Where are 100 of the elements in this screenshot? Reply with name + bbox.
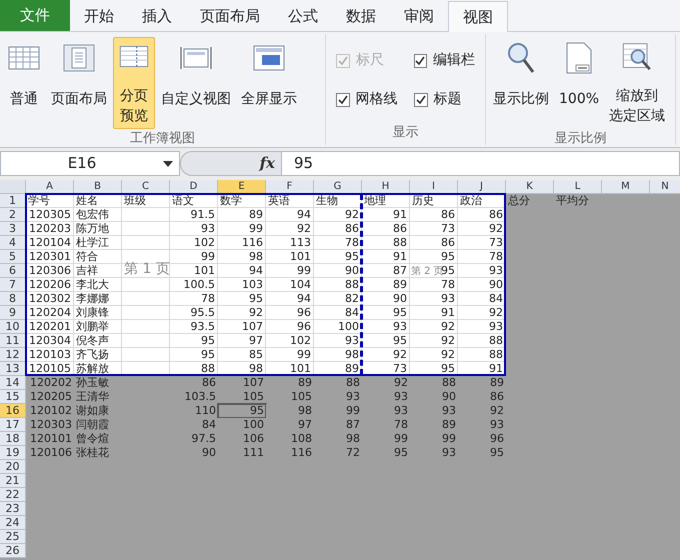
table-cell: 89 [362, 278, 410, 292]
table-cell: 120301 [26, 250, 74, 264]
table-cell: 杜学江 [74, 236, 122, 250]
table-cell: 120306 [26, 264, 74, 278]
table-cell: 95 [362, 306, 410, 320]
table-cell: 101 [170, 264, 218, 278]
row-header[interactable]: 21 [0, 474, 26, 488]
column-header[interactable]: M [602, 180, 650, 194]
checkbox[interactable] [414, 54, 427, 68]
table-cell: 78 [410, 278, 458, 292]
table-cell: 95 [218, 404, 266, 418]
table-cell: 103 [218, 278, 266, 292]
row-header[interactable]: 9 [0, 306, 26, 320]
checkbox[interactable] [414, 92, 428, 106]
table-cell: 93 [170, 222, 218, 236]
column-header[interactable]: N [650, 180, 680, 194]
row-header[interactable]: 14 [0, 376, 26, 390]
table-cell: 95.5 [170, 306, 218, 320]
table-cell: 94 [218, 264, 266, 278]
ribbon-button[interactable]: 页面布局 [47, 37, 111, 129]
row-header[interactable]: 7 [0, 278, 26, 292]
ribbon-tab[interactable]: 公式 [274, 1, 332, 32]
table-cell: 92 [458, 306, 506, 320]
table-cell: 95 [218, 292, 266, 306]
table-cell: 学号 [26, 194, 74, 208]
table-cell: 91 [362, 250, 410, 264]
table-cell: 91.5 [170, 208, 218, 222]
table-cell: 李北大 [74, 278, 122, 292]
table-cell: 105 [218, 390, 266, 404]
dropdown-caret-icon[interactable] [163, 160, 173, 166]
table-cell: 98 [314, 348, 362, 362]
ribbon-tab[interactable]: 数据 [332, 1, 390, 32]
row-header[interactable]: 23 [0, 502, 26, 516]
table-cell: 105 [266, 390, 314, 404]
formula-input[interactable]: 95 [282, 151, 680, 176]
row-header[interactable]: 6 [0, 264, 26, 278]
table-cell: 88 [314, 278, 362, 292]
column-header[interactable]: K [506, 180, 554, 194]
ribbon-button[interactable]: 缩放到 选定区域 [605, 37, 670, 129]
ribbon-button[interactable]: 100% [555, 37, 604, 129]
table-cell: 93 [410, 292, 458, 306]
table-cell: 90 [458, 278, 506, 292]
ribbon-button[interactable]: 普通 [3, 37, 45, 129]
ribbon-button[interactable]: 分页 预览 [113, 37, 155, 129]
ribbon-tab[interactable]: 页面布局 [186, 1, 274, 32]
table-cell: 92 [362, 348, 410, 362]
ribbon-button[interactable]: 自定义视图 [157, 37, 235, 129]
row-header[interactable]: 22 [0, 488, 26, 502]
row-header[interactable]: 20 [0, 460, 26, 474]
table-cell: 84 [314, 306, 362, 320]
row-header[interactable]: 4 [0, 236, 26, 250]
row-header[interactable]: 8 [0, 292, 26, 306]
table-cell: 91 [410, 306, 458, 320]
ribbon-tab[interactable]: 插入 [128, 1, 186, 32]
column-header[interactable]: L [554, 180, 602, 194]
ribbon-button[interactable]: 显示比例 [489, 37, 553, 129]
ribbon-tab[interactable]: 审阅 [390, 1, 448, 32]
checkbox-label: 网格线 [356, 90, 398, 109]
row-header[interactable]: 26 [0, 544, 26, 558]
table-cell: 92 [314, 208, 362, 222]
table-cell: 95 [170, 348, 218, 362]
row-header[interactable]: 18 [0, 432, 26, 446]
page-label: 第 1 页 [124, 262, 170, 276]
table-cell: 99 [266, 348, 314, 362]
table-cell: 84 [458, 292, 506, 306]
checkbox[interactable] [336, 92, 350, 106]
column-header[interactable]: E [218, 180, 266, 194]
table-cell: 87 [362, 264, 410, 278]
table-cell: 李娜娜 [74, 292, 122, 306]
ribbon-tab[interactable]: 开始 [70, 1, 128, 32]
table-cell: 英语 [266, 194, 314, 208]
row-header[interactable]: 3 [0, 222, 26, 236]
file-tab[interactable]: 文件 [0, 0, 70, 31]
ribbon-tab[interactable]: 视图 [448, 1, 508, 32]
row-header[interactable]: 13 [0, 362, 26, 376]
row-header[interactable]: 24 [0, 516, 26, 530]
table-cell: 85 [218, 348, 266, 362]
row-header[interactable]: 2 [0, 208, 26, 222]
row-header[interactable]: 15 [0, 390, 26, 404]
table-cell: 语文 [170, 194, 218, 208]
table-cell: 99 [266, 264, 314, 278]
row-header[interactable]: 17 [0, 418, 26, 432]
row-header[interactable]: 5 [0, 250, 26, 264]
row-header[interactable]: 1 [0, 194, 26, 208]
table-cell: 96 [266, 306, 314, 320]
ribbon-button[interactable]: 全屏显示 [237, 37, 301, 129]
table-cell: 88 [458, 334, 506, 348]
row-header[interactable]: 11 [0, 334, 26, 348]
row-header[interactable]: 25 [0, 530, 26, 544]
table-cell: 92 [218, 306, 266, 320]
row-header[interactable]: 16 [0, 404, 26, 418]
table-cell: 包宏伟 [74, 208, 122, 222]
row-header[interactable]: 19 [0, 446, 26, 460]
table-cell: 90 [314, 264, 362, 278]
table-cell: 生物 [314, 194, 362, 208]
row-header[interactable]: 10 [0, 320, 26, 334]
table-cell: 95 [170, 334, 218, 348]
table-cell: 97 [218, 334, 266, 348]
function-label[interactable]: fx [260, 152, 275, 175]
row-header[interactable]: 12 [0, 348, 26, 362]
